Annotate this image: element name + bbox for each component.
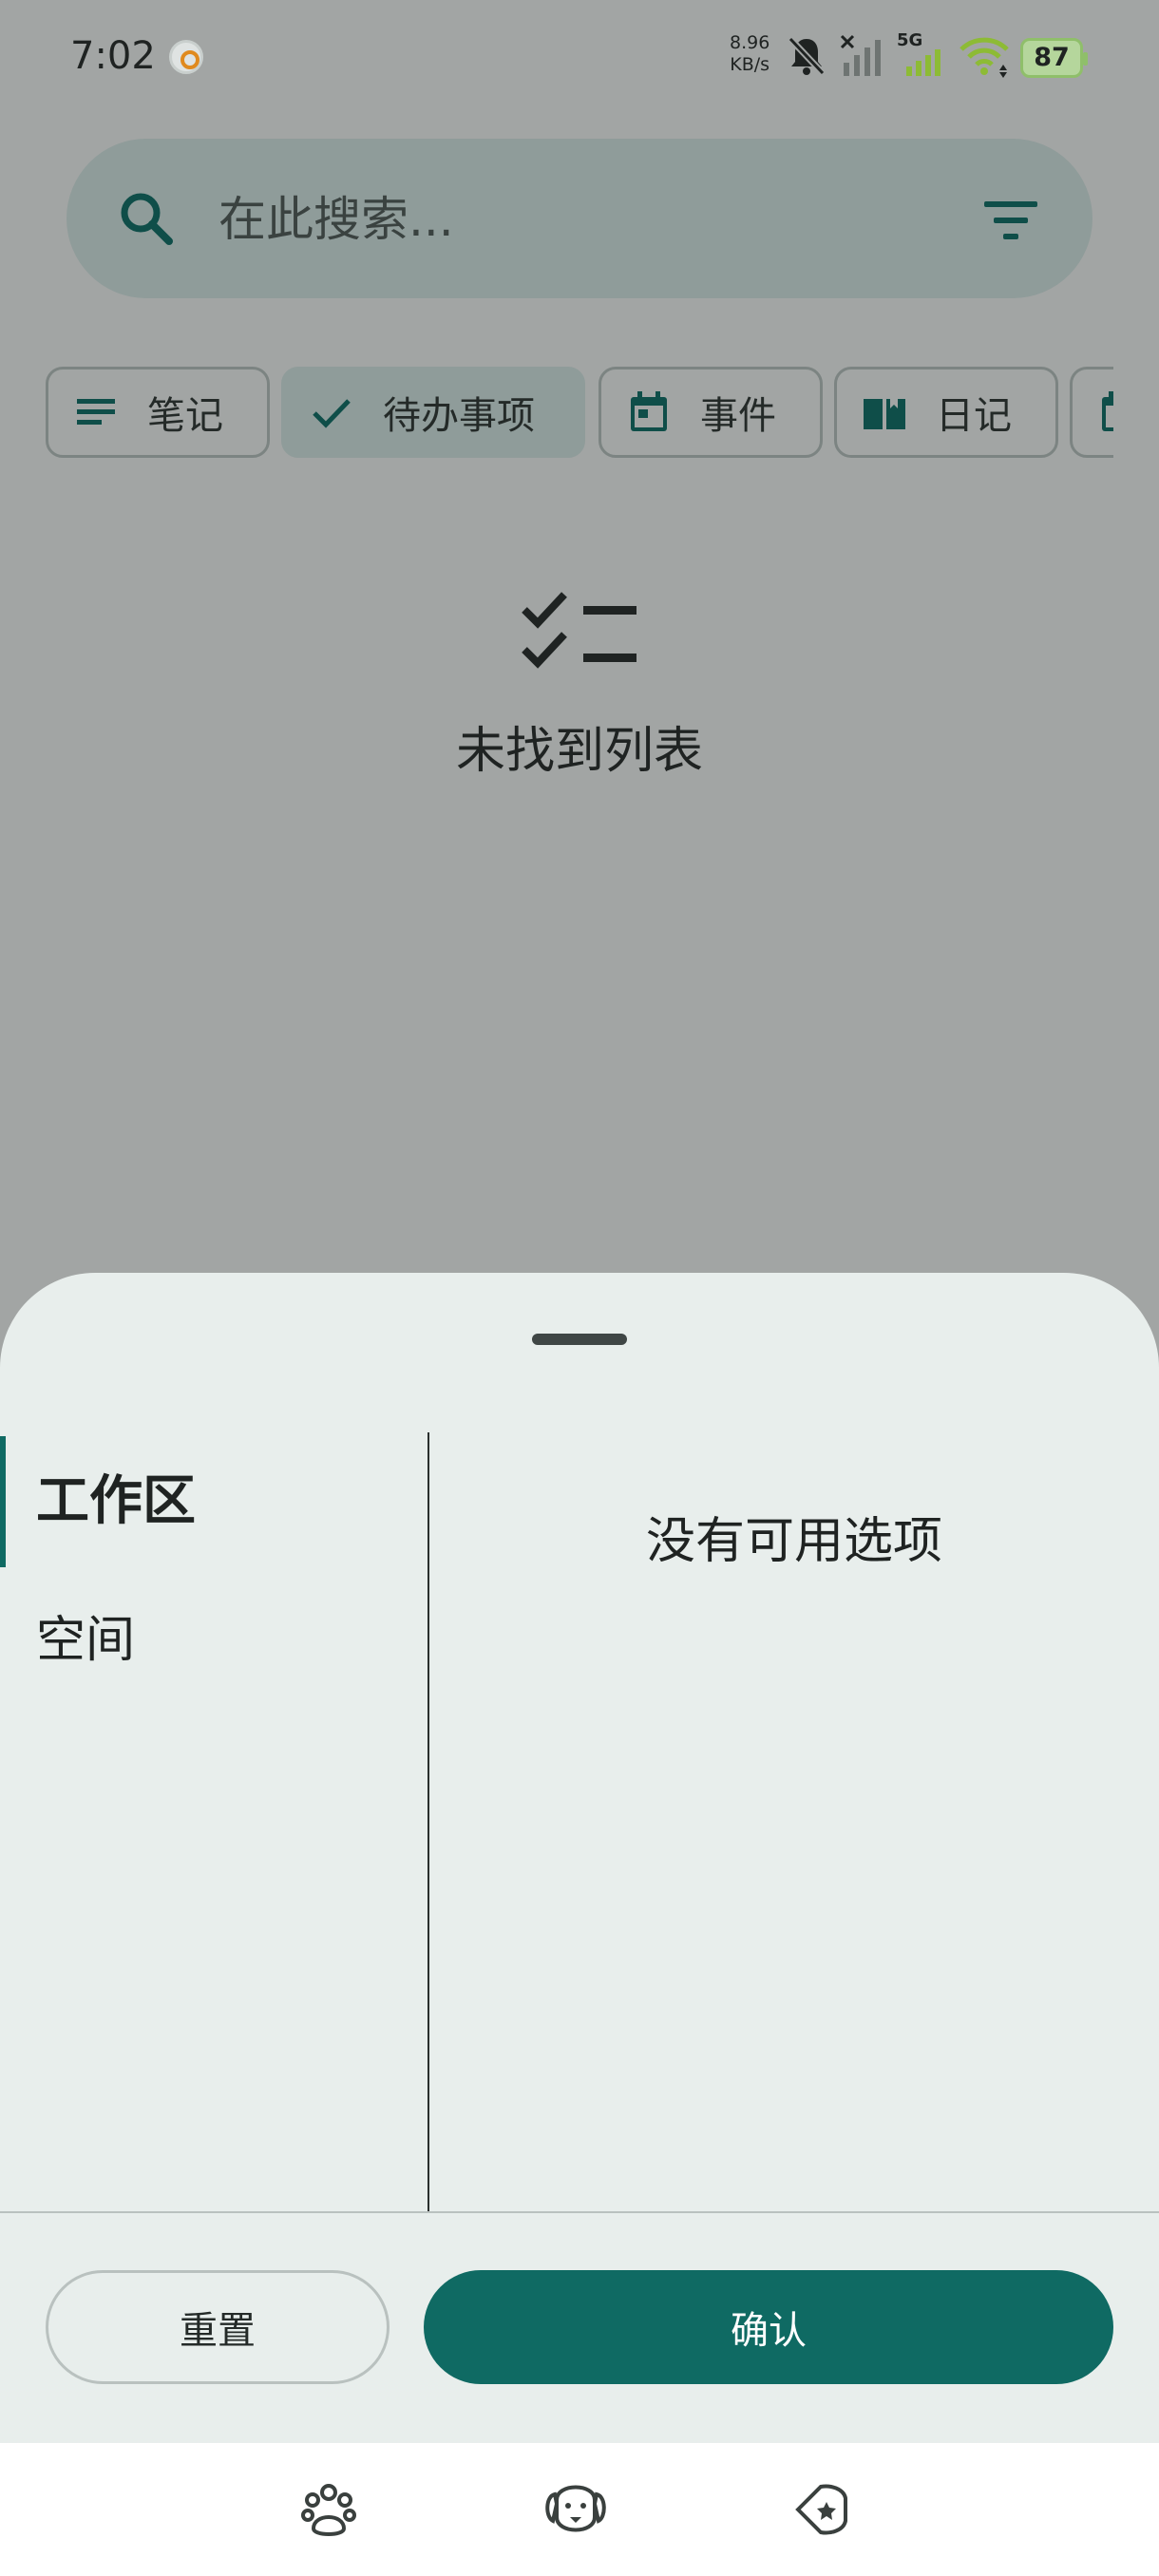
- check-icon: [313, 399, 351, 428]
- chip-diary[interactable]: 日记: [834, 367, 1058, 458]
- search-input[interactable]: [218, 186, 998, 253]
- horizontal-divider: [0, 2211, 1159, 2213]
- chip-todos[interactable]: 待办事项: [281, 367, 585, 458]
- no-options-message: 没有可用选项: [645, 1513, 942, 1570]
- network-speed-unit: KB/s: [730, 54, 770, 75]
- book-icon: [864, 395, 905, 429]
- filter-icon[interactable]: [980, 194, 1041, 247]
- chip-events[interactable]: 事件: [598, 367, 823, 458]
- checklist-icon: [522, 592, 636, 669]
- reset-button[interactable]: 重置: [46, 2270, 390, 2384]
- star-tag-icon[interactable]: [788, 2475, 857, 2544]
- chip-events-label: 事件: [700, 394, 776, 438]
- calendar-icon: [1102, 391, 1113, 431]
- status-icons: 5G: [787, 30, 1011, 80]
- workspace-list: 工作区 空间: [0, 1432, 428, 1710]
- drag-handle[interactable]: [532, 1334, 627, 1345]
- status-bar: 7:02 8.96 KB/s 5G 87: [0, 0, 1159, 114]
- network-speed: 8.96 KB/s: [730, 32, 770, 76]
- battery-indicator: 87: [1020, 38, 1088, 78]
- navigation-bar: [0, 2443, 1159, 2576]
- notes-lines-icon: [77, 399, 115, 425]
- chip-notes[interactable]: 笔记: [46, 367, 270, 458]
- app-notification-icon: [169, 40, 203, 74]
- workspace-item-workspace[interactable]: 工作区: [0, 1432, 428, 1571]
- bell-muted-icon: [788, 36, 826, 76]
- status-time: 7:02: [70, 34, 156, 78]
- signal-5g-icon: 5G: [897, 30, 944, 78]
- filter-bottom-sheet: 工作区 空间 没有可用选项 重置 确认: [0, 1273, 1159, 2443]
- signal-no-service-icon: [840, 34, 881, 76]
- wifi-icon: [960, 37, 1009, 78]
- search-icon[interactable]: [116, 188, 177, 249]
- chip-todos-label: 待办事项: [383, 394, 535, 438]
- dog-face-icon[interactable]: [542, 2475, 610, 2544]
- category-chips: 笔记 待办事项 事件 日记: [46, 367, 1113, 460]
- search-bar[interactable]: [66, 139, 1092, 298]
- chip-diary-label: 日记: [936, 394, 1012, 438]
- empty-state-message: 未找到列表: [455, 723, 703, 780]
- paw-icon[interactable]: [294, 2475, 363, 2544]
- chip-partial[interactable]: [1070, 367, 1113, 458]
- network-speed-value: 8.96: [730, 32, 770, 53]
- confirm-button[interactable]: 确认: [424, 2270, 1113, 2384]
- workspace-item-space[interactable]: 空间: [0, 1571, 428, 1710]
- chip-notes-label: 笔记: [147, 394, 223, 438]
- calendar-icon: [631, 391, 667, 431]
